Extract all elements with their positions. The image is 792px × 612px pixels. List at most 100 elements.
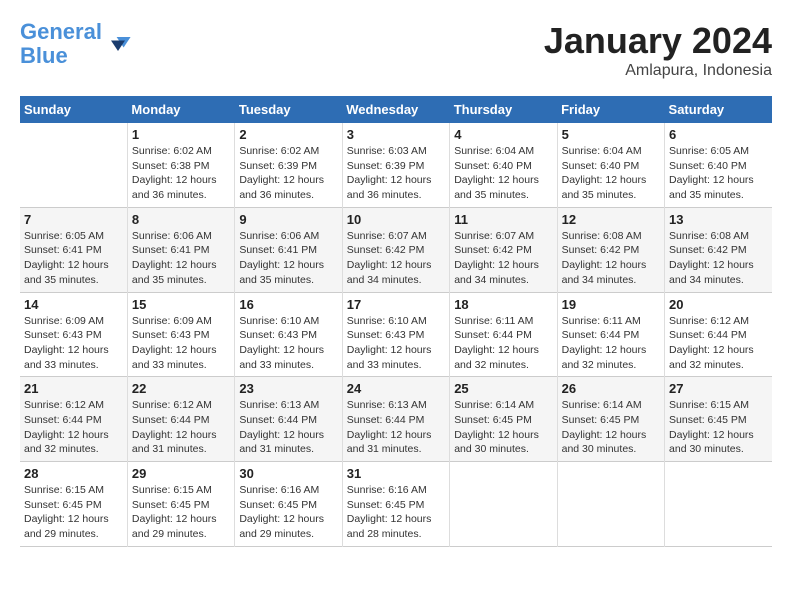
calendar-cell: 7 Sunrise: 6:05 AMSunset: 6:41 PMDaylight… (20, 207, 127, 292)
day-info: Sunrise: 6:15 AMSunset: 6:45 PMDaylight:… (24, 483, 123, 542)
title-block: January 2024 Amlapura, Indonesia (544, 20, 772, 80)
weekday-header-wednesday: Wednesday (342, 96, 449, 123)
day-number: 29 (132, 466, 230, 481)
day-number: 4 (454, 127, 552, 142)
day-info: Sunrise: 6:08 AMSunset: 6:42 PMDaylight:… (562, 229, 660, 288)
day-number: 17 (347, 297, 445, 312)
calendar-cell: 29Sunrise: 6:15 AMSunset: 6:45 PMDayligh… (127, 462, 234, 547)
day-number: 9 (239, 212, 337, 227)
day-info: Sunrise: 6:12 AMSunset: 6:44 PMDaylight:… (669, 314, 768, 373)
calendar-week-row: 7 Sunrise: 6:05 AMSunset: 6:41 PMDaylight… (20, 207, 772, 292)
calendar-week-row: 21 Sunrise: 6:12 AMSunset: 6:44 PMDayligh… (20, 377, 772, 462)
day-info: Sunrise: 6:11 AMSunset: 6:44 PMDaylight:… (454, 314, 552, 373)
day-info: Sunrise: 6:07 AMSunset: 6:42 PMDaylight:… (454, 229, 552, 288)
calendar-cell: 15 Sunrise: 6:09 AMSunset: 6:43 PMDayligh… (127, 292, 234, 377)
calendar-cell: 9 Sunrise: 6:06 AMSunset: 6:41 PMDaylight… (235, 207, 342, 292)
day-number: 25 (454, 381, 552, 396)
weekday-header-saturday: Saturday (665, 96, 772, 123)
calendar-cell: 12 Sunrise: 6:08 AMSunset: 6:42 PMDayligh… (557, 207, 664, 292)
day-number: 2 (239, 127, 337, 142)
calendar-cell: 19 Sunrise: 6:11 AMSunset: 6:44 PMDayligh… (557, 292, 664, 377)
page-title: January 2024 (544, 20, 772, 62)
logo-icon (104, 30, 132, 58)
weekday-header-monday: Monday (127, 96, 234, 123)
day-info: Sunrise: 6:12 AMSunset: 6:44 PMDaylight:… (24, 398, 123, 457)
day-info: Sunrise: 6:16 AMSunset: 6:45 PMDaylight:… (347, 483, 445, 542)
day-number: 18 (454, 297, 552, 312)
calendar-week-row: 14 Sunrise: 6:09 AMSunset: 6:43 PMDayligh… (20, 292, 772, 377)
weekday-header-friday: Friday (557, 96, 664, 123)
day-number: 30 (239, 466, 337, 481)
calendar-cell: 3 Sunrise: 6:03 AMSunset: 6:39 PMDaylight… (342, 123, 449, 207)
calendar-cell: 25 Sunrise: 6:14 AMSunset: 6:45 PMDayligh… (450, 377, 557, 462)
day-number: 8 (132, 212, 230, 227)
day-info: Sunrise: 6:16 AMSunset: 6:45 PMDaylight:… (239, 483, 337, 542)
day-info: Sunrise: 6:09 AMSunset: 6:43 PMDaylight:… (132, 314, 230, 373)
day-info: Sunrise: 6:02 AMSunset: 6:39 PMDaylight:… (239, 144, 337, 203)
day-number: 7 (24, 212, 123, 227)
logo: GeneralBlue (20, 20, 132, 68)
day-number: 6 (669, 127, 768, 142)
calendar-cell (20, 123, 127, 207)
day-info: Sunrise: 6:11 AMSunset: 6:44 PMDaylight:… (562, 314, 660, 373)
day-number: 26 (562, 381, 660, 396)
day-info: Sunrise: 6:14 AMSunset: 6:45 PMDaylight:… (562, 398, 660, 457)
calendar-week-row: 28Sunrise: 6:15 AMSunset: 6:45 PMDayligh… (20, 462, 772, 547)
day-number: 31 (347, 466, 445, 481)
calendar-cell: 20 Sunrise: 6:12 AMSunset: 6:44 PMDayligh… (665, 292, 772, 377)
day-number: 14 (24, 297, 123, 312)
day-number: 27 (669, 381, 768, 396)
calendar-table: SundayMondayTuesdayWednesdayThursdayFrid… (20, 96, 772, 547)
day-info: Sunrise: 6:05 AMSunset: 6:41 PMDaylight:… (24, 229, 123, 288)
day-info: Sunrise: 6:10 AMSunset: 6:43 PMDaylight:… (347, 314, 445, 373)
day-info: Sunrise: 6:13 AMSunset: 6:44 PMDaylight:… (347, 398, 445, 457)
calendar-cell: 1Sunrise: 6:02 AMSunset: 6:38 PMDaylight… (127, 123, 234, 207)
calendar-cell (450, 462, 557, 547)
day-info: Sunrise: 6:09 AMSunset: 6:43 PMDaylight:… (24, 314, 123, 373)
weekday-header-row: SundayMondayTuesdayWednesdayThursdayFrid… (20, 96, 772, 123)
day-info: Sunrise: 6:04 AMSunset: 6:40 PMDaylight:… (562, 144, 660, 203)
day-number: 12 (562, 212, 660, 227)
day-info: Sunrise: 6:07 AMSunset: 6:42 PMDaylight:… (347, 229, 445, 288)
day-info: Sunrise: 6:06 AMSunset: 6:41 PMDaylight:… (239, 229, 337, 288)
weekday-header-sunday: Sunday (20, 96, 127, 123)
day-number: 1 (132, 127, 230, 142)
day-number: 5 (562, 127, 660, 142)
day-number: 24 (347, 381, 445, 396)
day-info: Sunrise: 6:03 AMSunset: 6:39 PMDaylight:… (347, 144, 445, 203)
weekday-header-thursday: Thursday (450, 96, 557, 123)
day-number: 15 (132, 297, 230, 312)
page-subtitle: Amlapura, Indonesia (544, 62, 772, 80)
page-header: GeneralBlue January 2024 Amlapura, Indon… (20, 20, 772, 80)
weekday-header-tuesday: Tuesday (235, 96, 342, 123)
day-number: 16 (239, 297, 337, 312)
day-info: Sunrise: 6:13 AMSunset: 6:44 PMDaylight:… (239, 398, 337, 457)
day-info: Sunrise: 6:15 AMSunset: 6:45 PMDaylight:… (669, 398, 768, 457)
calendar-cell: 18 Sunrise: 6:11 AMSunset: 6:44 PMDayligh… (450, 292, 557, 377)
calendar-cell: 22Sunrise: 6:12 AMSunset: 6:44 PMDayligh… (127, 377, 234, 462)
calendar-cell: 26 Sunrise: 6:14 AMSunset: 6:45 PMDayligh… (557, 377, 664, 462)
calendar-cell: 17 Sunrise: 6:10 AMSunset: 6:43 PMDayligh… (342, 292, 449, 377)
day-number: 21 (24, 381, 123, 396)
calendar-cell (665, 462, 772, 547)
day-info: Sunrise: 6:08 AMSunset: 6:42 PMDaylight:… (669, 229, 768, 288)
calendar-cell: 30 Sunrise: 6:16 AMSunset: 6:45 PMDayligh… (235, 462, 342, 547)
day-number: 10 (347, 212, 445, 227)
day-info: Sunrise: 6:06 AMSunset: 6:41 PMDaylight:… (132, 229, 230, 288)
logo-text: GeneralBlue (20, 20, 102, 68)
calendar-cell: 10 Sunrise: 6:07 AMSunset: 6:42 PMDayligh… (342, 207, 449, 292)
day-number: 20 (669, 297, 768, 312)
day-info: Sunrise: 6:14 AMSunset: 6:45 PMDaylight:… (454, 398, 552, 457)
calendar-cell: 31 Sunrise: 6:16 AMSunset: 6:45 PMDayligh… (342, 462, 449, 547)
calendar-cell: 24 Sunrise: 6:13 AMSunset: 6:44 PMDayligh… (342, 377, 449, 462)
day-number: 19 (562, 297, 660, 312)
day-number: 3 (347, 127, 445, 142)
calendar-cell: 23Sunrise: 6:13 AMSunset: 6:44 PMDayligh… (235, 377, 342, 462)
day-number: 11 (454, 212, 552, 227)
calendar-cell: 28Sunrise: 6:15 AMSunset: 6:45 PMDayligh… (20, 462, 127, 547)
calendar-cell: 16Sunrise: 6:10 AMSunset: 6:43 PMDayligh… (235, 292, 342, 377)
calendar-cell: 8 Sunrise: 6:06 AMSunset: 6:41 PMDaylight… (127, 207, 234, 292)
calendar-cell (557, 462, 664, 547)
calendar-cell: 2 Sunrise: 6:02 AMSunset: 6:39 PMDaylight… (235, 123, 342, 207)
calendar-cell: 27 Sunrise: 6:15 AMSunset: 6:45 PMDayligh… (665, 377, 772, 462)
